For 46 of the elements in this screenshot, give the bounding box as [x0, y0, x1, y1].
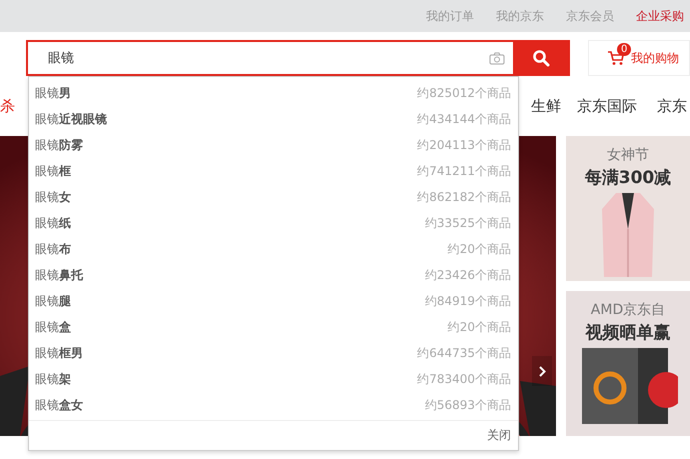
- next-arrow-button[interactable]: [532, 356, 552, 386]
- result-count: 约20个商品: [448, 240, 511, 258]
- result-count: 约23426个商品: [424, 266, 511, 284]
- result-count: 约862182个商品: [417, 188, 511, 206]
- nav-link[interactable]: 生鲜: [531, 96, 561, 116]
- nav-link[interactable]: 杀: [0, 96, 15, 116]
- suggestion-item[interactable]: 眼镜架: [35, 370, 71, 388]
- chevron-right-icon: [538, 366, 546, 376]
- result-count: 约20个商品: [448, 318, 511, 336]
- result-count: 约825012个商品: [417, 84, 511, 102]
- promo-headline: 每满300减: [584, 167, 672, 189]
- suggestion-item[interactable]: 眼镜鼻托: [35, 266, 83, 284]
- suggestion-item[interactable]: 眼镜腿: [35, 292, 71, 310]
- nav-link[interactable]: 京东: [657, 96, 687, 116]
- promo-headline: 视频晒单赢: [586, 322, 670, 344]
- search-input[interactable]: 眼镜: [46, 50, 489, 66]
- result-count: 约644735个商品: [417, 344, 511, 362]
- result-count: 约741211个商品: [417, 162, 511, 180]
- result-count: 约33525个商品: [424, 214, 511, 232]
- top-link[interactable]: 企业采购: [636, 8, 684, 24]
- suggestion-item[interactable]: 眼镜盒女: [35, 396, 83, 414]
- suggestion-item[interactable]: 眼镜盒: [35, 318, 71, 336]
- suggestion-item[interactable]: 眼镜防雾: [35, 136, 83, 154]
- result-count: 约84919个商品: [424, 292, 511, 310]
- result-count: 约56893个商品: [424, 396, 511, 414]
- result-count: 约204113个商品: [417, 136, 511, 154]
- result-count: 约434144个商品: [417, 110, 511, 128]
- cart-button[interactable]: 0 我的购物: [588, 40, 690, 76]
- promo-title: 女神节: [607, 146, 649, 164]
- close-link[interactable]: 关闭: [487, 427, 511, 444]
- result-count: 约783400个商品: [417, 370, 511, 388]
- suggestion-item[interactable]: 眼镜近视眼镜: [35, 110, 107, 128]
- suggestion-item[interactable]: 眼镜女: [35, 188, 71, 206]
- suggestion-item[interactable]: 眼镜纸: [35, 214, 71, 232]
- suggestion-item[interactable]: 眼镜布: [35, 240, 71, 258]
- promo-title: AMD京东自: [590, 301, 666, 319]
- search-icon: [532, 49, 550, 67]
- search-field[interactable]: 眼镜: [26, 40, 513, 76]
- suggestion-item[interactable]: 眼镜男: [35, 84, 71, 102]
- suggestion-item[interactable]: 眼镜框: [35, 162, 71, 180]
- cart-count-badge: 0: [617, 43, 632, 56]
- search-button[interactable]: [512, 40, 570, 76]
- promo-card[interactable]: 女神节 每满300减: [566, 136, 690, 281]
- suggestion-item[interactable]: 眼镜框男: [35, 344, 83, 362]
- nav-link[interactable]: 京东国际: [577, 96, 637, 116]
- promo-card[interactable]: AMD京东自 视频晒单赢: [566, 291, 690, 436]
